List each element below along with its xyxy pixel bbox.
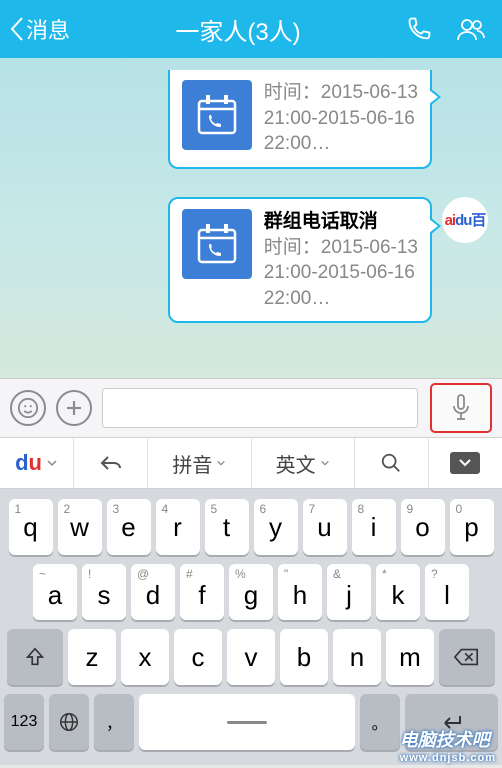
key-p[interactable]: 0p (450, 499, 494, 555)
key-y[interactable]: 6y (254, 499, 298, 555)
message-input[interactable] (102, 388, 418, 428)
message-row: 时间：2015-06-13 21:00-2015-06-16 22:00… (14, 70, 488, 169)
key-l[interactable]: ?l (425, 564, 469, 620)
key-s[interactable]: !s (82, 564, 126, 620)
period-key[interactable]: 。 (360, 694, 400, 750)
input-bar (0, 378, 502, 437)
key-n[interactable]: n (333, 629, 381, 685)
backspace-key[interactable] (439, 629, 495, 685)
mic-icon (449, 393, 473, 423)
emoji-button[interactable] (10, 390, 46, 426)
key-k[interactable]: *k (376, 564, 420, 620)
key-t[interactable]: 5t (205, 499, 249, 555)
message-text: 时间：2015-06-13 21:00-2015-06-16 22:00… (264, 80, 418, 157)
key-z[interactable]: z (68, 629, 116, 685)
key-m[interactable]: m (386, 629, 434, 685)
back-label: 消息 (26, 13, 70, 45)
key-u[interactable]: 7u (303, 499, 347, 555)
globe-key[interactable] (49, 694, 89, 750)
space-key[interactable] (139, 694, 355, 750)
chevron-left-icon (8, 15, 26, 43)
chat-area: 时间：2015-06-13 21:00-2015-06-16 22:00… 群组… (0, 58, 502, 378)
message-bubble[interactable]: 时间：2015-06-13 21:00-2015-06-16 22:00… (168, 70, 432, 169)
key-g[interactable]: %g (229, 564, 273, 620)
key-i[interactable]: 8i (352, 499, 396, 555)
key-q[interactable]: 1q (9, 499, 53, 555)
add-button[interactable] (56, 390, 92, 426)
key-a[interactable]: ~a (33, 564, 77, 620)
call-calendar-icon (182, 80, 252, 150)
hide-keyboard-button[interactable] (429, 438, 502, 488)
ime-english-tab[interactable]: 英文 (252, 438, 355, 488)
comma-key[interactable]: ， (94, 694, 134, 750)
keyboard-toolbar: du 拼音 英文 (0, 437, 502, 489)
key-h[interactable]: "h (278, 564, 322, 620)
ime-pinyin-tab[interactable]: 拼音 (148, 438, 251, 488)
members-icon[interactable] (456, 15, 486, 43)
watermark: 电脑技术吧 www.dnjsb.com (400, 726, 496, 764)
num-key[interactable]: 123 (4, 694, 44, 750)
key-f[interactable]: #f (180, 564, 224, 620)
undo-button[interactable] (74, 438, 148, 488)
key-c[interactable]: c (174, 629, 222, 685)
message-text: 群组电话取消 时间：2015-06-13 21:00-2015-06-16 22… (264, 209, 418, 312)
navbar: 消息 一家人(3人) (0, 0, 502, 58)
key-v[interactable]: v (227, 629, 275, 685)
call-calendar-icon (182, 209, 252, 279)
key-x[interactable]: x (121, 629, 169, 685)
key-j[interactable]: &j (327, 564, 371, 620)
key-e[interactable]: 3e (107, 499, 151, 555)
shift-key[interactable] (7, 629, 63, 685)
voice-button[interactable] (430, 383, 492, 433)
message-row: 群组电话取消 时间：2015-06-13 21:00-2015-06-16 22… (14, 197, 488, 324)
avatar[interactable]: aidu百 (442, 197, 488, 243)
keyboard: 1q2w3e4r5t6y7u8i9o0p ~a!s@d#f%g"h&j*k?l … (0, 489, 502, 765)
page-title: 一家人(3人) (70, 12, 406, 47)
key-w[interactable]: 2w (58, 499, 102, 555)
message-bubble[interactable]: 群组电话取消 时间：2015-06-13 21:00-2015-06-16 22… (168, 197, 432, 324)
key-d[interactable]: @d (131, 564, 175, 620)
key-b[interactable]: b (280, 629, 328, 685)
search-button[interactable] (355, 438, 429, 488)
baidu-logo[interactable]: du (0, 438, 74, 488)
key-o[interactable]: 9o (401, 499, 445, 555)
back-button[interactable]: 消息 (8, 13, 70, 45)
phone-icon[interactable] (406, 15, 434, 43)
key-r[interactable]: 4r (156, 499, 200, 555)
